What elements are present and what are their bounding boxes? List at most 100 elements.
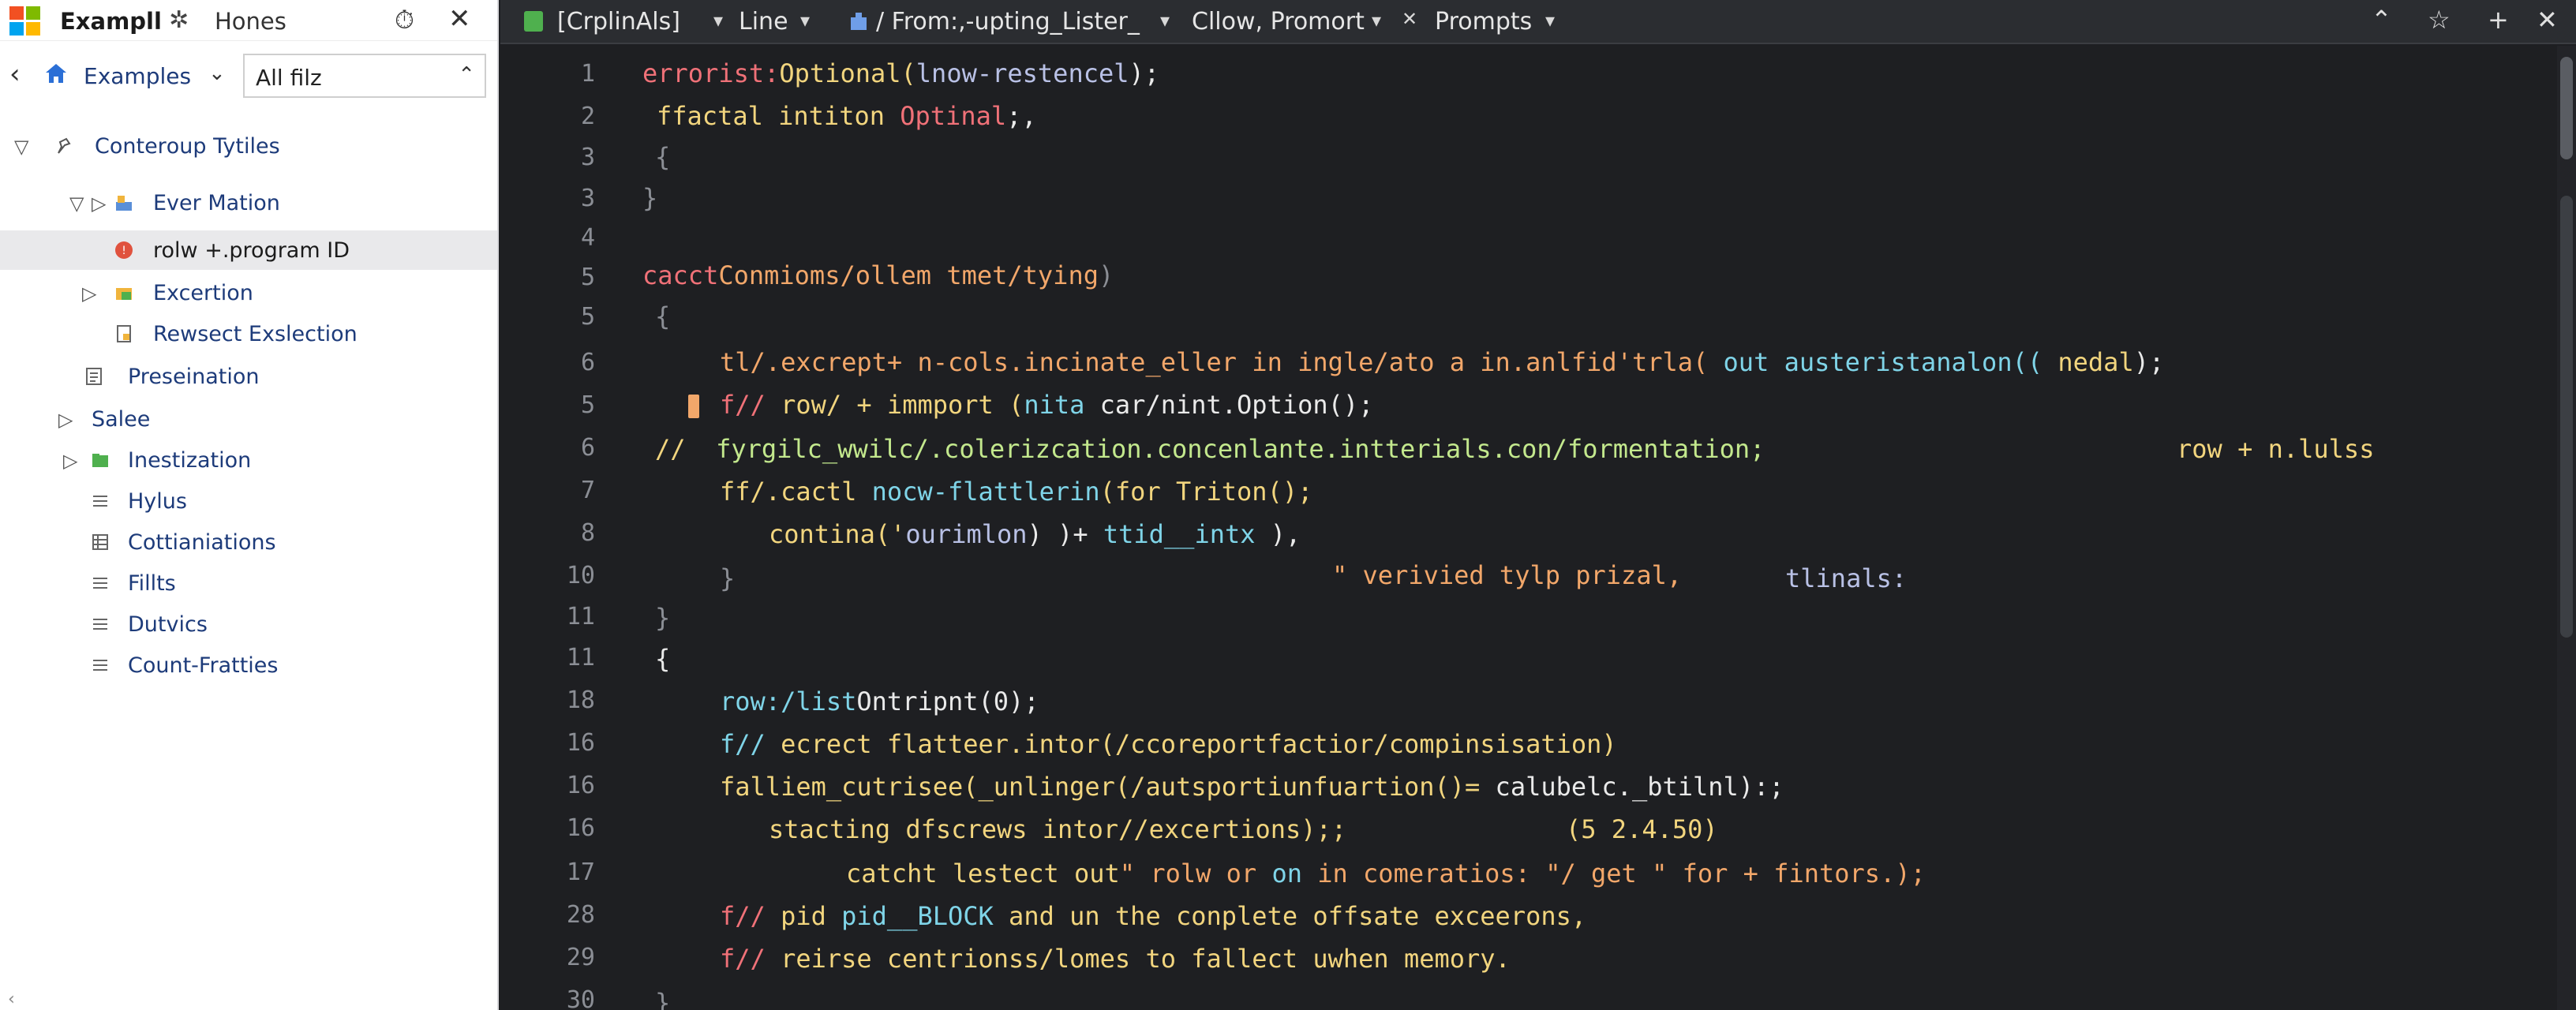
collapse-triangle-icon[interactable]: ▷ <box>58 409 73 431</box>
code-token: tl/.excrept+ n-cols.incinate_eller in in… <box>720 347 1724 377</box>
code-token: Optinal <box>900 101 1007 131</box>
tree-item[interactable]: Rewsect Exslection <box>0 314 497 354</box>
app-logo-icon <box>9 6 43 36</box>
location-dropdown[interactable]: Examples <box>84 63 191 89</box>
code-token: f// <box>720 729 781 759</box>
chevron-down-icon[interactable]: ▾ <box>713 9 723 32</box>
collapse-triangle-icon[interactable]: ▷ <box>63 450 77 472</box>
code-token: ffactal intiton <box>657 101 900 131</box>
chevron-down-icon[interactable]: ▾ <box>800 9 810 32</box>
code-token: // <box>655 434 686 464</box>
code-token: ecrect flatteer.intor(/ccoreportfactior/… <box>781 729 1617 759</box>
tree-item-selected[interactable]: ! rolw +.program ID <box>0 230 497 270</box>
code-token: " rolw or <box>1119 858 1272 888</box>
document-icon <box>86 368 102 385</box>
explorer-header: Exampll ✲ Hones ⏱ ✕ <box>0 0 497 41</box>
sparkle-icon[interactable]: ✲ <box>169 6 189 34</box>
tab-line[interactable]: Line <box>739 8 788 36</box>
filter-value: All filz <box>256 65 322 91</box>
code-token: pid__BLOCK <box>841 901 994 931</box>
app-title: Exampll <box>60 8 162 35</box>
line-number: 10 <box>566 562 595 589</box>
expand-triangle-icon[interactable]: ▽ <box>14 136 28 158</box>
close-tab-icon[interactable]: ✕ <box>1402 8 1417 30</box>
chevron-down-icon[interactable]: ⌄ <box>208 62 226 85</box>
chevron-down-icon[interactable]: ▾ <box>1160 9 1170 32</box>
hones-tab[interactable]: Hones <box>215 8 286 35</box>
collapse-triangle-icon[interactable]: ▷ <box>82 282 96 305</box>
code-token: nita <box>1024 390 1085 420</box>
tree-item[interactable]: Dutvics <box>0 604 497 644</box>
project-icon <box>116 196 132 211</box>
add-icon[interactable]: + <box>2488 5 2509 35</box>
tree-item[interactable]: Preseination <box>0 357 497 396</box>
code-token: ourimlon <box>905 519 1028 549</box>
tree-item[interactable]: Fillts <box>0 563 497 603</box>
code-token: f// <box>720 944 781 974</box>
line-number: 30 <box>566 986 595 1010</box>
tree-item[interactable]: ▷ Salee <box>0 399 497 439</box>
close-icon[interactable]: ✕ <box>448 3 471 35</box>
tree-item[interactable]: Count-Fratties <box>0 645 497 685</box>
error-icon: ! <box>115 241 133 259</box>
tree-item[interactable]: ▽ Conterоup Tytiles <box>0 126 497 166</box>
tree-item[interactable]: Cottianiations <box>0 522 497 562</box>
code-line: f// row/ + immport (nita car/nint.Option… <box>720 390 1373 420</box>
tree-item-label: Count-Fratties <box>128 653 279 678</box>
code-token: cacct <box>642 260 719 290</box>
code-line: tl/.excrept+ n-cols.incinate_eller in in… <box>720 347 2164 377</box>
tree-item-label: Preseination <box>128 365 260 389</box>
tree-item[interactable]: ▷ Inestization <box>0 440 497 480</box>
breakpoint-marker[interactable] <box>688 395 699 418</box>
file-icon <box>117 325 131 342</box>
chevron-up-icon[interactable]: ⌃ <box>2371 5 2392 35</box>
home-icon[interactable] <box>44 62 68 85</box>
tree-item[interactable]: ▽ ▷ Ever Mation <box>0 183 497 223</box>
file-filter-select[interactable]: All filz ⌃ <box>243 54 486 98</box>
collapse-triangle-icon[interactable]: ▷ <box>92 193 106 215</box>
close-icon[interactable]: ✕ <box>2537 5 2558 35</box>
code-line: // fyrgilc_wwilc/.colerizcation.concenla… <box>655 434 1765 464</box>
code-token: errorist: <box>642 58 780 88</box>
tree-item[interactable]: Hylus <box>0 481 497 521</box>
code-token: Conmioms/ollem tmet/tying <box>718 260 1099 290</box>
scrollbar-thumb[interactable] <box>2560 57 2573 159</box>
scrollbar-overview[interactable] <box>2560 196 2573 638</box>
grid-icon <box>92 534 108 550</box>
tree-item-label: Inestization <box>128 448 252 473</box>
code-line: } <box>642 183 658 213</box>
code-line: falliem_cutrisee(_unlinger(/autsportiunf… <box>720 772 1784 802</box>
code-editor[interactable]: 1 2 3 3 4 5 5 6 5 6 7 8 10 11 11 18 16 1… <box>500 46 2576 1010</box>
code-token: (5 2.4.50) <box>1566 814 1718 844</box>
code-token: row + n.lulss <box>2177 434 2375 464</box>
tree-item-label: Salee <box>92 407 151 432</box>
history-icon[interactable]: ⏱ <box>395 5 414 36</box>
back-chevron-icon[interactable]: ‹ <box>9 58 21 90</box>
vertical-scrollbar[interactable] <box>2557 46 2576 1010</box>
star-icon[interactable]: ☆ <box>2428 5 2451 35</box>
line-number: 7 <box>580 477 595 504</box>
folder-icon <box>116 288 132 300</box>
code-token: " verivied tylp prizal, <box>1332 560 1683 590</box>
code-token: out austeristanalon(( <box>1723 347 2043 377</box>
code-line: } <box>720 563 736 593</box>
chevron-down-icon[interactable]: ▾ <box>1372 9 1381 32</box>
tab-cllow-promort[interactable]: Cllow, Promort <box>1192 8 1365 36</box>
code-token: on <box>1271 858 1302 888</box>
chevron-down-icon[interactable]: ▾ <box>1545 9 1555 32</box>
expand-triangle-icon[interactable]: ▽ <box>69 193 84 215</box>
line-number: 1 <box>580 60 595 88</box>
tree-item-label: Excertion <box>153 281 253 305</box>
tab-prompts[interactable]: Prompts <box>1435 8 1532 36</box>
chevron-up-icon[interactable]: ⌃ <box>458 63 475 87</box>
line-number: 11 <box>566 644 595 671</box>
code-line: f// pid pid__BLOCK and un the conplete o… <box>720 901 1586 931</box>
line-number: 5 <box>580 264 595 291</box>
tab-crplinals[interactable]: [CrplinAls] <box>557 8 680 36</box>
code-line: errorist:Optional(lnow-restencel); <box>642 58 1159 88</box>
collapse-chevron-icon[interactable]: ‹ <box>8 989 15 1009</box>
folder-icon <box>92 454 108 467</box>
tree-item[interactable]: ▷ Excertion <box>0 273 497 312</box>
tab-from-upting-lister[interactable]: / From:,-upting_Lister_ <box>876 8 1140 36</box>
